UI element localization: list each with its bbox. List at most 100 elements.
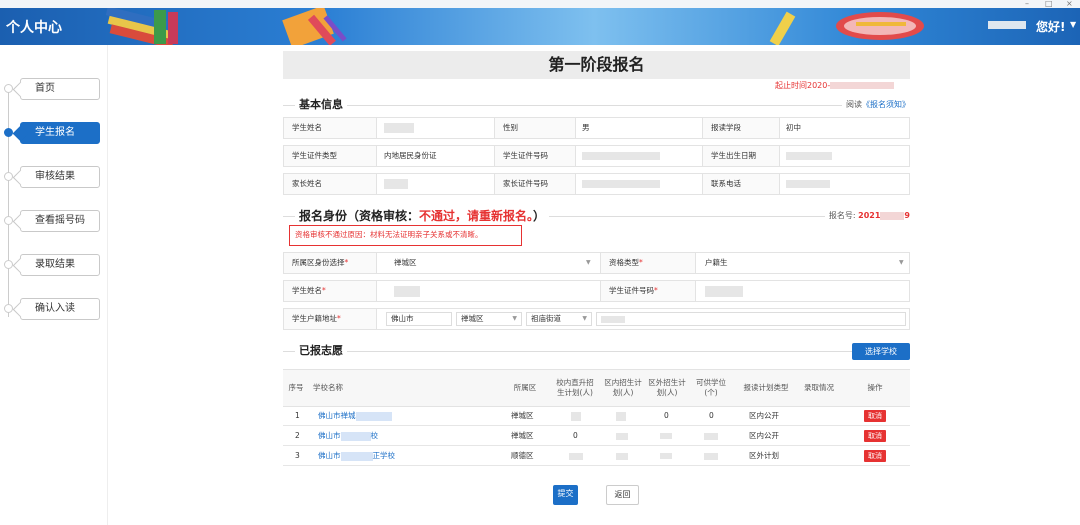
deadline-redacted [830, 82, 895, 89]
sidebar-timeline [8, 85, 9, 317]
cancel-button[interactable]: 取消 [864, 430, 886, 442]
row-out-plan [660, 427, 672, 445]
main-content: 第一阶段报名 起止时间2020- 基本信息 阅读《报名须知》 学生姓名 性别 男… [283, 51, 910, 505]
id-label-text: 学生证件号码 [609, 286, 654, 295]
row-seats [704, 427, 718, 445]
rejection-reason-box: 资格审核不通过原因：材料无法证明亲子关系或不清晰。 [289, 225, 522, 246]
district-label-text: 所属区身份选择 [292, 258, 345, 267]
status-heading: 报名身份（资格审核：不通过，请重新报名。） [295, 209, 550, 223]
col-in-district-plan: 区内招生计划(人) [604, 378, 642, 397]
submit-button[interactable]: 提交 [553, 485, 578, 505]
label-form-name: 学生姓名* [284, 281, 376, 301]
address-detail-input[interactable] [596, 312, 906, 326]
timeline-dot [4, 216, 13, 225]
required-mark: * [337, 314, 341, 323]
label-qualification: 资格类型* [601, 253, 695, 273]
read-prefix: 阅读 [846, 100, 862, 109]
sidebar-item-confirm-enrollment[interactable]: 确认入读 [20, 298, 100, 320]
school-name-text: 佛山市禅城 [318, 411, 356, 420]
reg-label: 报名号: [828, 211, 856, 220]
label-birthdate: 学生出生日期 [703, 146, 779, 166]
chevron-down-icon[interactable]: ▼ [586, 253, 591, 273]
cancel-button[interactable]: 取消 [864, 450, 886, 462]
sidebar-item-label: 录取结果 [35, 259, 75, 270]
label-student-name: 学生姓名 [284, 118, 376, 138]
sidebar-item-label: 审核结果 [35, 171, 75, 182]
username [988, 21, 1026, 29]
timeline-dot-active [4, 128, 13, 137]
qualification-select[interactable]: 户籍生 [705, 253, 728, 273]
header-banner: 个人中心 您好! ▼ [0, 8, 1080, 45]
col-no: 序号 [288, 383, 304, 392]
form-row: 学生户籍地址* 佛山市 禅城区 ▼ 祖庙街道 ▼ [283, 308, 910, 330]
school-link[interactable]: 佛山市 校 [318, 427, 378, 445]
row-seats: 0 [709, 411, 714, 420]
timeline-dot [4, 260, 13, 269]
student-id-input[interactable] [705, 281, 743, 301]
label-form-id: 学生证件号码* [601, 281, 695, 301]
sidebar-item-review-result[interactable]: 审核结果 [20, 166, 100, 188]
greeting: 您好! [1036, 20, 1066, 34]
row-internal-plan [569, 447, 583, 465]
col-plan-type: 报读计划类型 [743, 383, 789, 392]
cancel-button[interactable]: 取消 [864, 410, 886, 422]
school-link[interactable]: 佛山市禅城 [318, 407, 392, 425]
student-name-input[interactable] [394, 281, 420, 301]
label-parent-id: 家长证件号码 [495, 174, 575, 194]
info-row: 学生姓名 性别 男 报读学段 初中 [283, 117, 910, 139]
back-button[interactable]: 返回 [606, 485, 639, 505]
row-in-plan [616, 447, 628, 465]
table-row: 1 佛山市禅城 禅城区 0 0 区内公开 取消 [283, 407, 910, 426]
school-link[interactable]: 佛山市 正学校 [318, 447, 395, 465]
pencil-case-illustration-icon [836, 12, 924, 40]
user-menu-caret-icon[interactable]: ▼ [1070, 20, 1076, 29]
books-illustration-icon [105, 8, 178, 45]
row-in-plan [616, 427, 628, 445]
maximize-button[interactable]: □ [1045, 0, 1053, 8]
address-street-select[interactable]: 祖庙街道 ▼ [526, 312, 592, 326]
row-internal-plan: 0 [573, 431, 578, 440]
form-row: 学生姓名* 学生证件号码* [283, 280, 910, 302]
status-result: 不通过，请重新报名。 [419, 209, 534, 223]
close-button[interactable]: × [1066, 0, 1073, 8]
sidebar-item-lottery-code[interactable]: 查看摇号码 [20, 210, 100, 232]
school-name-text: 佛山市 [318, 431, 341, 440]
address-label-text: 学生户籍地址 [292, 314, 337, 323]
label-address: 学生户籍地址* [284, 309, 376, 329]
select-school-button[interactable]: 选择学校 [852, 343, 910, 360]
qual-label-text: 资格类型 [609, 258, 639, 267]
timeline-dot [4, 304, 13, 313]
label-gender: 性别 [495, 118, 575, 138]
label-parent-name: 家长姓名 [284, 174, 376, 194]
pencil-illustration-icon [769, 11, 796, 45]
window-strip [0, 0, 1080, 8]
sidebar-item-admission-result[interactable]: 录取结果 [20, 254, 100, 276]
value-birthdate [786, 146, 832, 166]
app-title: 个人中心 [6, 20, 62, 36]
row-no: 1 [295, 411, 300, 420]
status-prefix: 报名身份（资格审核： [299, 209, 420, 223]
col-school: 学校名称 [313, 383, 343, 392]
value-school-stage: 初中 [786, 123, 801, 132]
label-student-id: 学生证件号码 [495, 146, 575, 166]
table-row: 2 佛山市 校 禅城区 0 区内公开 取消 [283, 427, 910, 446]
sidebar-item-register[interactable]: 学生报名 [20, 122, 100, 144]
table-row: 3 佛山市 正学校 顺德区 区外计划 取消 [283, 447, 910, 466]
value-student-name [384, 118, 414, 138]
info-row: 家长姓名 家长证件号码 联系电话 [283, 173, 910, 195]
required-mark: * [639, 258, 643, 267]
minimize-button[interactable]: – [1025, 0, 1029, 8]
notice-link[interactable]: 《报名须知》 [862, 100, 910, 109]
sidebar-item-label: 确认入读 [35, 303, 75, 314]
row-district: 顺德区 [511, 451, 534, 460]
address-street-text: 祖庙街道 [531, 314, 561, 323]
address-city-select[interactable]: 佛山市 [386, 312, 452, 326]
row-no: 2 [295, 431, 300, 440]
col-out-district-plan: 区外招生计划(人) [648, 378, 686, 397]
reg-suffix: 9 [904, 211, 910, 220]
sidebar-item-home[interactable]: 首页 [20, 78, 100, 100]
school-name-suffix: 校 [370, 431, 379, 440]
chevron-down-icon[interactable]: ▼ [899, 253, 904, 273]
district-select[interactable]: 禅城区 [394, 253, 417, 273]
address-district-select[interactable]: 禅城区 ▼ [456, 312, 522, 326]
